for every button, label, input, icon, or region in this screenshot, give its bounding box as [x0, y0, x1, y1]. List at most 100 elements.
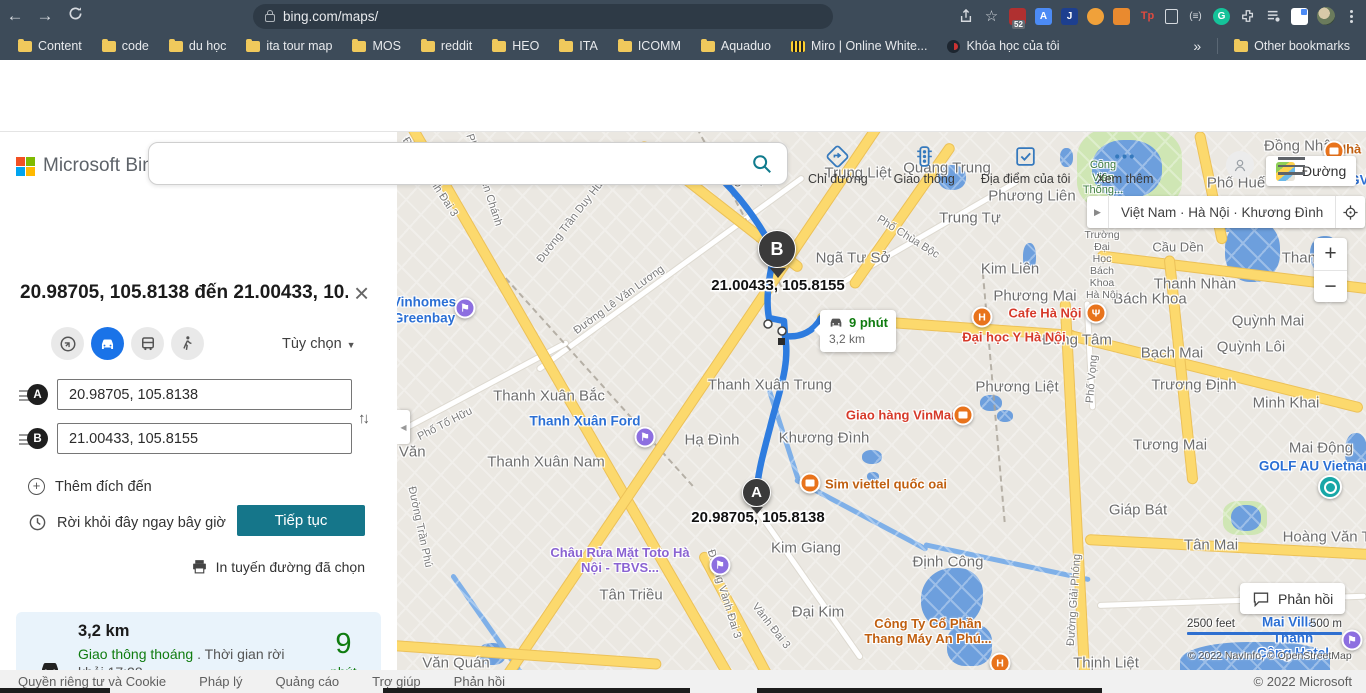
footer-link[interactable]: Trợ giúp — [372, 674, 421, 689]
footer-link[interactable]: Pháp lý — [199, 674, 242, 689]
extension-grammarly-icon[interactable]: G — [1213, 8, 1230, 25]
bookmark-item[interactable]: Miro | Online White... — [783, 36, 935, 56]
poi-marker[interactable]: ⚑ — [1342, 630, 1363, 651]
other-bookmarks[interactable]: Other bookmarks — [1226, 36, 1358, 56]
mode-transit[interactable] — [131, 327, 164, 360]
profile-avatar[interactable] — [1317, 7, 1335, 25]
reload-icon[interactable] — [60, 6, 90, 26]
playlist-icon[interactable] — [1265, 8, 1282, 25]
folder-icon — [559, 41, 573, 52]
nav-directions[interactable]: Chỉ đường — [808, 144, 868, 186]
map-canvas[interactable]: Trung HòaLáng HạTrung LiệtQuang TrungPhư… — [397, 132, 1366, 670]
extension-braces-icon[interactable]: (≡) — [1187, 8, 1204, 25]
bookmark-item[interactable]: du học — [161, 36, 235, 56]
map-label: Sim viettel quốc oai — [825, 477, 947, 492]
map-label: Trương Định — [1151, 377, 1236, 394]
footer-link[interactable]: Quảng cáo — [276, 674, 340, 689]
extension-copy-icon[interactable] — [1165, 9, 1178, 24]
nav-my-places[interactable]: Địa điểm của tôi — [981, 144, 1071, 186]
extension-bear-icon[interactable] — [1087, 8, 1104, 25]
map-label: Tân Mai — [1184, 537, 1238, 554]
footer-link[interactable]: Phản hồi — [454, 674, 505, 689]
menu-icon[interactable] — [1278, 157, 1305, 175]
poi-marker[interactable] — [1318, 475, 1342, 499]
bookmark-item[interactable]: reddit — [413, 36, 480, 56]
waypoint-b-input[interactable] — [57, 423, 352, 454]
sidebar-icon[interactable] — [1291, 8, 1308, 25]
map-label: Khương Đình — [779, 430, 870, 447]
map-attribution: © 2022 NavInfo, © OpenStreetMap — [1188, 650, 1352, 662]
route-title: 20.98705, 105.8138 đến 21.00433, 10... — [20, 282, 348, 304]
bookmark-item[interactable]: Content — [10, 36, 90, 56]
bus-icon — [139, 335, 157, 353]
bookmark-item[interactable]: Khóa học của tôi — [939, 36, 1067, 56]
forward-icon[interactable]: → — [30, 6, 60, 26]
url-bar[interactable]: bing.com/maps/ — [253, 4, 833, 29]
extensions-puzzle-icon[interactable] — [1239, 8, 1256, 25]
close-icon[interactable]: × — [354, 278, 369, 309]
share-icon[interactable] — [957, 8, 974, 25]
account-avatar[interactable] — [1226, 151, 1254, 179]
poi-marker[interactable]: H — [972, 307, 993, 328]
map-label: Bách Khoa — [1113, 291, 1186, 308]
nav-more[interactable]: Xem thêm — [1096, 144, 1153, 186]
route-tooltip[interactable]: 9 phút 3,2 km — [820, 310, 896, 352]
map-label: Vinhomes Greenbay — [397, 294, 456, 325]
map-feedback-button[interactable]: Phản hồi — [1240, 583, 1345, 614]
bookmark-item[interactable]: code — [94, 36, 157, 56]
bookmark-item[interactable]: ita tour map — [238, 36, 340, 56]
poi-marker[interactable]: Ψ — [1086, 303, 1107, 324]
locate-me-button[interactable] — [1335, 196, 1365, 228]
bookmark-star-icon[interactable]: ☆ — [983, 8, 1000, 25]
map-label: g Văn — [397, 444, 426, 461]
continue-button[interactable]: Tiếp tục — [237, 505, 365, 536]
swap-waypoints-icon[interactable]: ↑↓ — [358, 410, 367, 427]
poi-marker[interactable] — [800, 473, 821, 494]
poi-marker[interactable]: ⚑ — [455, 298, 476, 319]
departure-time-selector[interactable]: Rời khỏi đây ngay bây giờ ▼ — [28, 513, 250, 532]
zoom-in-button[interactable]: + — [1314, 238, 1347, 270]
breadcrumb-text[interactable]: Việt Nam · Hà Nội · Khương Đình — [1109, 205, 1335, 220]
poi-marker[interactable]: ⚑ — [710, 555, 731, 576]
pond — [997, 410, 1013, 422]
bookmark-item[interactable]: ICOMM — [610, 36, 689, 56]
extension-j-icon[interactable]: J — [1061, 8, 1078, 25]
poi-marker[interactable] — [953, 405, 974, 426]
marker-b-coords: 21.00433, 105.8155 — [711, 277, 844, 294]
pond — [1231, 505, 1261, 531]
search-icon[interactable] — [751, 153, 773, 180]
back-icon[interactable]: ← — [0, 6, 30, 26]
map-label: Thanh Xuân Nam — [487, 454, 605, 471]
extension-folder-icon[interactable] — [1113, 8, 1130, 25]
print-route-button[interactable]: In tuyến đường đã chọn — [0, 558, 365, 575]
waypoint-a-input[interactable] — [57, 379, 352, 410]
footer-link[interactable]: Quyền riêng tư và Cookie — [18, 674, 166, 689]
zoom-out-button[interactable]: − — [1314, 270, 1347, 302]
bookmark-item[interactable]: MOS — [344, 36, 408, 56]
marker-b[interactable]: B — [758, 230, 798, 278]
mode-driving[interactable] — [91, 327, 124, 360]
collapse-panel-icon[interactable]: ◀ — [397, 410, 410, 444]
options-button[interactable]: Tùy chọn▼ — [282, 336, 356, 352]
bookmarks-overflow-icon[interactable]: » — [1185, 38, 1209, 54]
breadcrumb-expand-icon[interactable]: ▶ — [1087, 196, 1109, 228]
chrome-menu-icon[interactable] — [1344, 10, 1358, 23]
map-label: Hoàng Văn Thụ — [1283, 529, 1366, 546]
extension-tp-icon[interactable]: Tp — [1139, 8, 1156, 25]
mode-recommended[interactable] — [51, 327, 84, 360]
add-destination-button[interactable]: + Thêm đích đến — [28, 478, 152, 495]
bookmark-item[interactable]: Aquaduo — [693, 36, 779, 56]
poi-marker[interactable]: ⚑ — [635, 427, 656, 448]
mode-walking[interactable] — [171, 327, 204, 360]
search-input[interactable] — [163, 149, 743, 179]
extension-translate-icon[interactable]: A — [1035, 8, 1052, 25]
bookmark-item[interactable]: HEO — [484, 36, 547, 56]
screen: ← → bing.com/maps/ ☆ 52 A J Tp — [0, 0, 1366, 693]
nav-traffic[interactable]: Giao thông — [894, 144, 955, 186]
speech-bubble-icon — [1252, 591, 1270, 607]
poi-marker[interactable]: H — [990, 653, 1011, 671]
extension-shield-icon[interactable]: 52 — [1009, 8, 1026, 25]
bookmark-item[interactable]: ITA — [551, 36, 606, 56]
chevron-down-icon: ▼ — [347, 340, 356, 350]
microsoft-bing-logo[interactable]: Microsoft Bing — [16, 155, 163, 177]
